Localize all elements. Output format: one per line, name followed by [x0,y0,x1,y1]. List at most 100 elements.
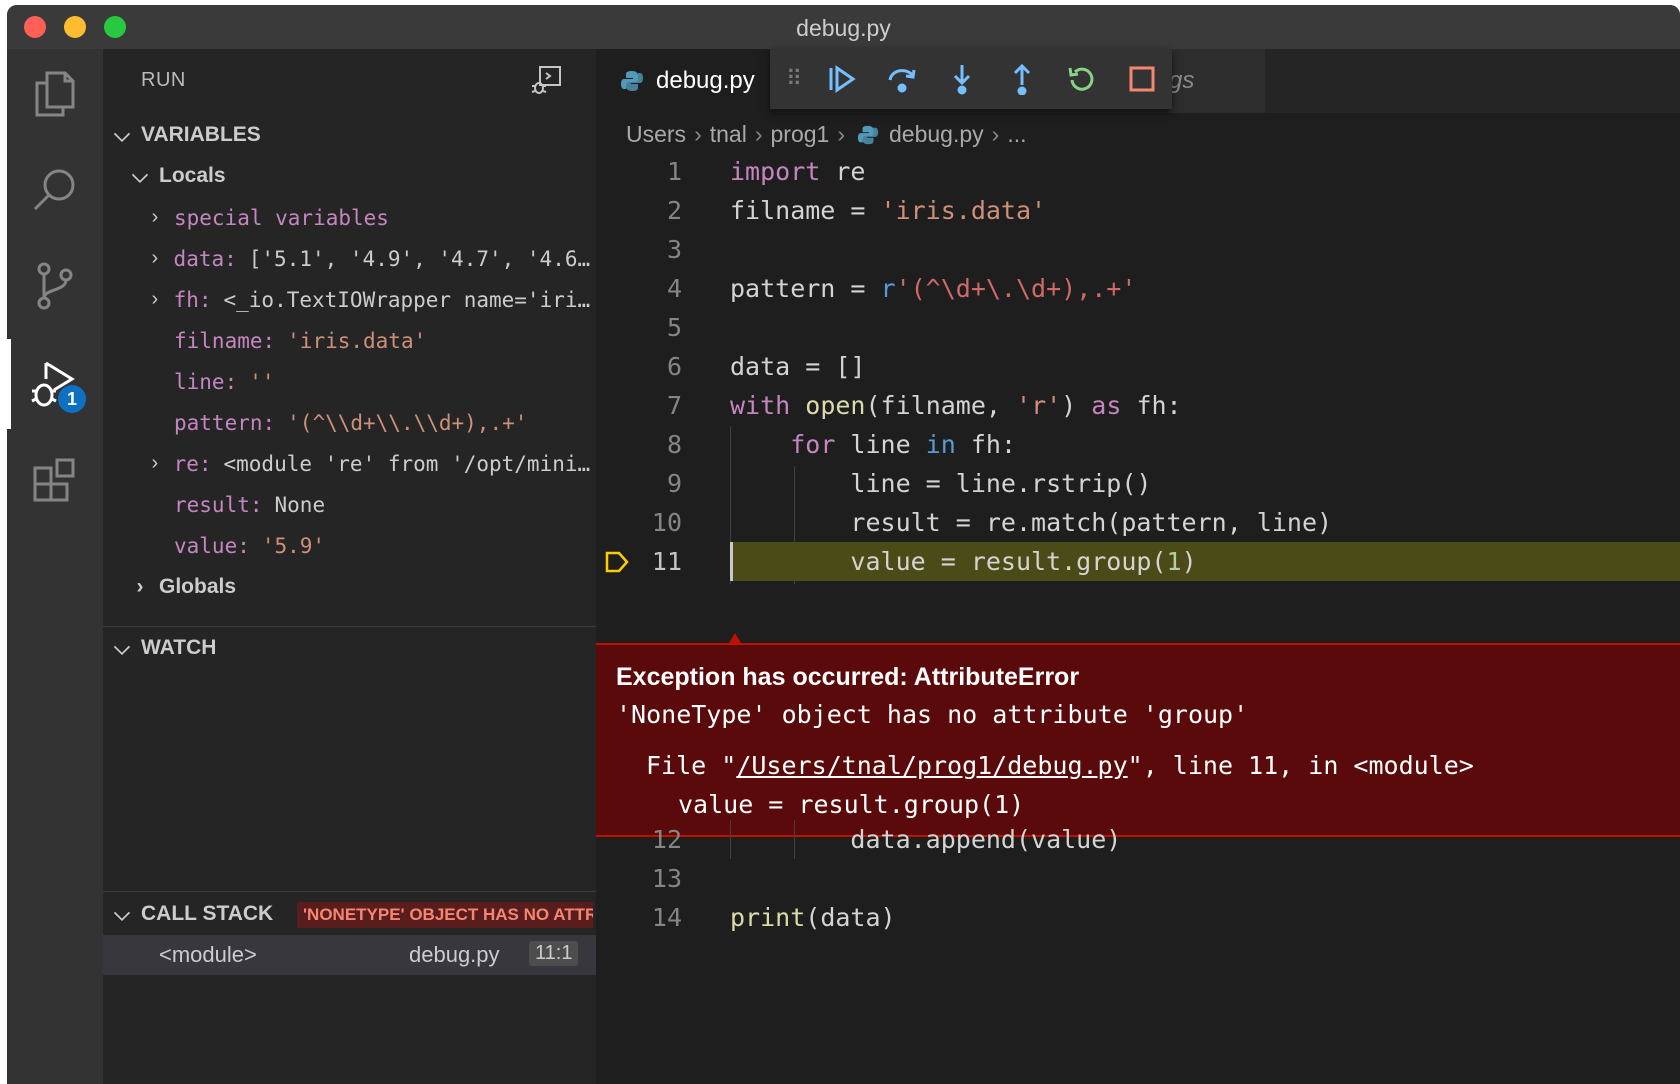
step-over-button[interactable] [872,49,932,109]
open-debug-console-button[interactable] [530,63,564,102]
continue-button[interactable] [812,49,872,109]
variable-row[interactable]: › special variables [103,197,596,238]
files-icon [35,71,75,117]
breadcrumb-item[interactable]: prog1 [771,121,830,148]
code-text: print(data) [730,903,896,932]
sidebar-title: RUN [141,69,186,91]
title-bar: debug.py [7,5,1680,49]
chevron-right-icon: › [151,206,159,228]
section-divider [103,626,596,627]
stack-frame-name: <module> [159,942,257,967]
variable-name: re: [173,451,212,476]
globals-scope[interactable]: › Globals [103,567,596,607]
exception-file-suffix: ", line 11, in <module> [1127,751,1474,780]
watch-section-header[interactable]: ⌵ WATCH [103,628,596,668]
code-text: line = line.rstrip() [730,469,1152,498]
code-line: 10 result = re.match(pattern, line) [596,503,1680,542]
search-button[interactable] [7,145,103,235]
line-number: 1 [666,157,682,186]
variable-name: filname: [174,328,276,353]
breadcrumb-item[interactable]: Users [626,121,686,148]
restart-button[interactable] [1052,49,1112,109]
chevron-right-icon: › [694,121,702,147]
variable-row[interactable]: › fh: <_io.TextIOWrapper name='iris… [103,279,596,320]
chevron-right-icon: › [151,247,159,269]
step-over-icon [888,69,916,93]
exception-file-link[interactable]: /Users/tnal/prog1/debug.py [736,751,1127,780]
line-number: 6 [666,352,682,381]
step-into-button[interactable] [932,49,992,109]
chevron-down-icon: ⌵ [114,636,130,659]
variable-value: <_io.TextIOWrapper name='iris… [223,287,597,312]
step-out-button[interactable] [992,49,1052,109]
source-control-button[interactable] [7,241,103,331]
variable-name: result: [174,492,263,517]
stack-frame-row[interactable]: <module> debug.py 11:1 [103,935,596,975]
run-debug-button[interactable] [7,339,103,429]
tab-debug-py[interactable]: debug.py [596,49,776,113]
tab-partial[interactable]: gs [1169,49,1265,113]
step-into-icon [953,65,971,95]
exception-file-prefix: File " [646,751,737,780]
debug-sessions-badge: 1 [58,385,86,413]
source-control-icon [37,262,73,310]
variable-row[interactable]: pattern: '(^\\d+\\.\\d+),.+' [103,402,596,443]
variable-row[interactable]: › re: <module 're' from '/opt/minic… [103,443,596,484]
code-line: 4 pattern = r'(^\d+\.\d+),.+' [596,269,1680,308]
variable-name: special variables [174,205,389,230]
code-line: 12 data.append(value) [596,820,1680,859]
stop-icon [1129,66,1155,92]
explorer-button[interactable] [7,49,103,139]
variable-row[interactable]: value: '5.9' [103,525,596,566]
call-stack-error-badge: 'NONETYPE' OBJECT HAS NO ATTRIBUTE 'GROU… [297,902,593,928]
code-line: 14 print(data) [596,898,1680,937]
line-number: 14 [651,903,682,932]
variable-value: 'iris.data' [287,328,427,353]
drag-handle-icon[interactable]: ⠿ [786,66,812,92]
extensions-button[interactable] [7,435,103,525]
tab-partial-label: gs [1169,67,1195,94]
variable-value: <module 're' from '/opt/minic… [223,451,597,476]
variable-row[interactable]: line: '' [103,361,596,402]
globals-label: Globals [159,575,237,598]
search-icon [33,169,75,211]
variables-header-label: VARIABLES [141,123,261,146]
line-number: 8 [666,430,682,459]
python-file-icon [621,71,643,91]
chevron-down-icon: ⌵ [132,164,148,187]
breadcrumb-item[interactable]: ... [1007,121,1026,148]
code-text: import re [730,157,866,186]
variable-value: ['5.1', '4.9', '4.7', '4.6'… [248,246,596,271]
tab-label: debug.py [656,67,755,94]
code-line: 5 [596,308,1680,347]
variable-value: '' [249,369,275,394]
active-view-indicator [7,339,11,429]
line-number: 11 [651,547,682,576]
variable-value: '(^\\d+\\.\\d+),.+' [287,410,528,435]
variable-row[interactable]: filname: 'iris.data' [103,320,596,361]
line-number: 2 [666,196,682,225]
locals-label: Locals [159,164,226,187]
restart-icon [1068,67,1094,91]
variable-name: pattern: [174,410,276,435]
run-sidebar: RUN ⌵ VARIABLES ⌵ Locals › special varia… [103,49,596,1084]
variable-row[interactable]: › data: ['5.1', '4.9', '4.7', '4.6'… [103,238,596,279]
variable-name: fh: [173,287,212,312]
code-line: 1 import re [596,152,1680,191]
code-line: 3 [596,230,1680,269]
variables-section-header[interactable]: ⌵ VARIABLES [103,115,596,155]
tab-strip: debug.py gs ⠿ [596,49,1680,113]
line-number: 9 [666,469,682,498]
variable-row[interactable]: result: None [103,484,596,525]
line-number: 10 [651,508,682,537]
debug-toolbar: ⠿ [770,49,1172,109]
breadcrumb-item[interactable]: debug.py [889,121,984,148]
stop-button[interactable] [1112,49,1172,109]
variable-name: line: [174,369,238,394]
chevron-right-icon: › [837,121,845,147]
breadcrumb-item[interactable]: tnal [710,121,747,148]
locals-scope[interactable]: ⌵ Locals [103,156,596,196]
stack-frame-file: debug.py [409,942,500,967]
line-number: 13 [651,864,682,893]
code-text: with open(filname, 'r') as fh: [730,391,1182,420]
